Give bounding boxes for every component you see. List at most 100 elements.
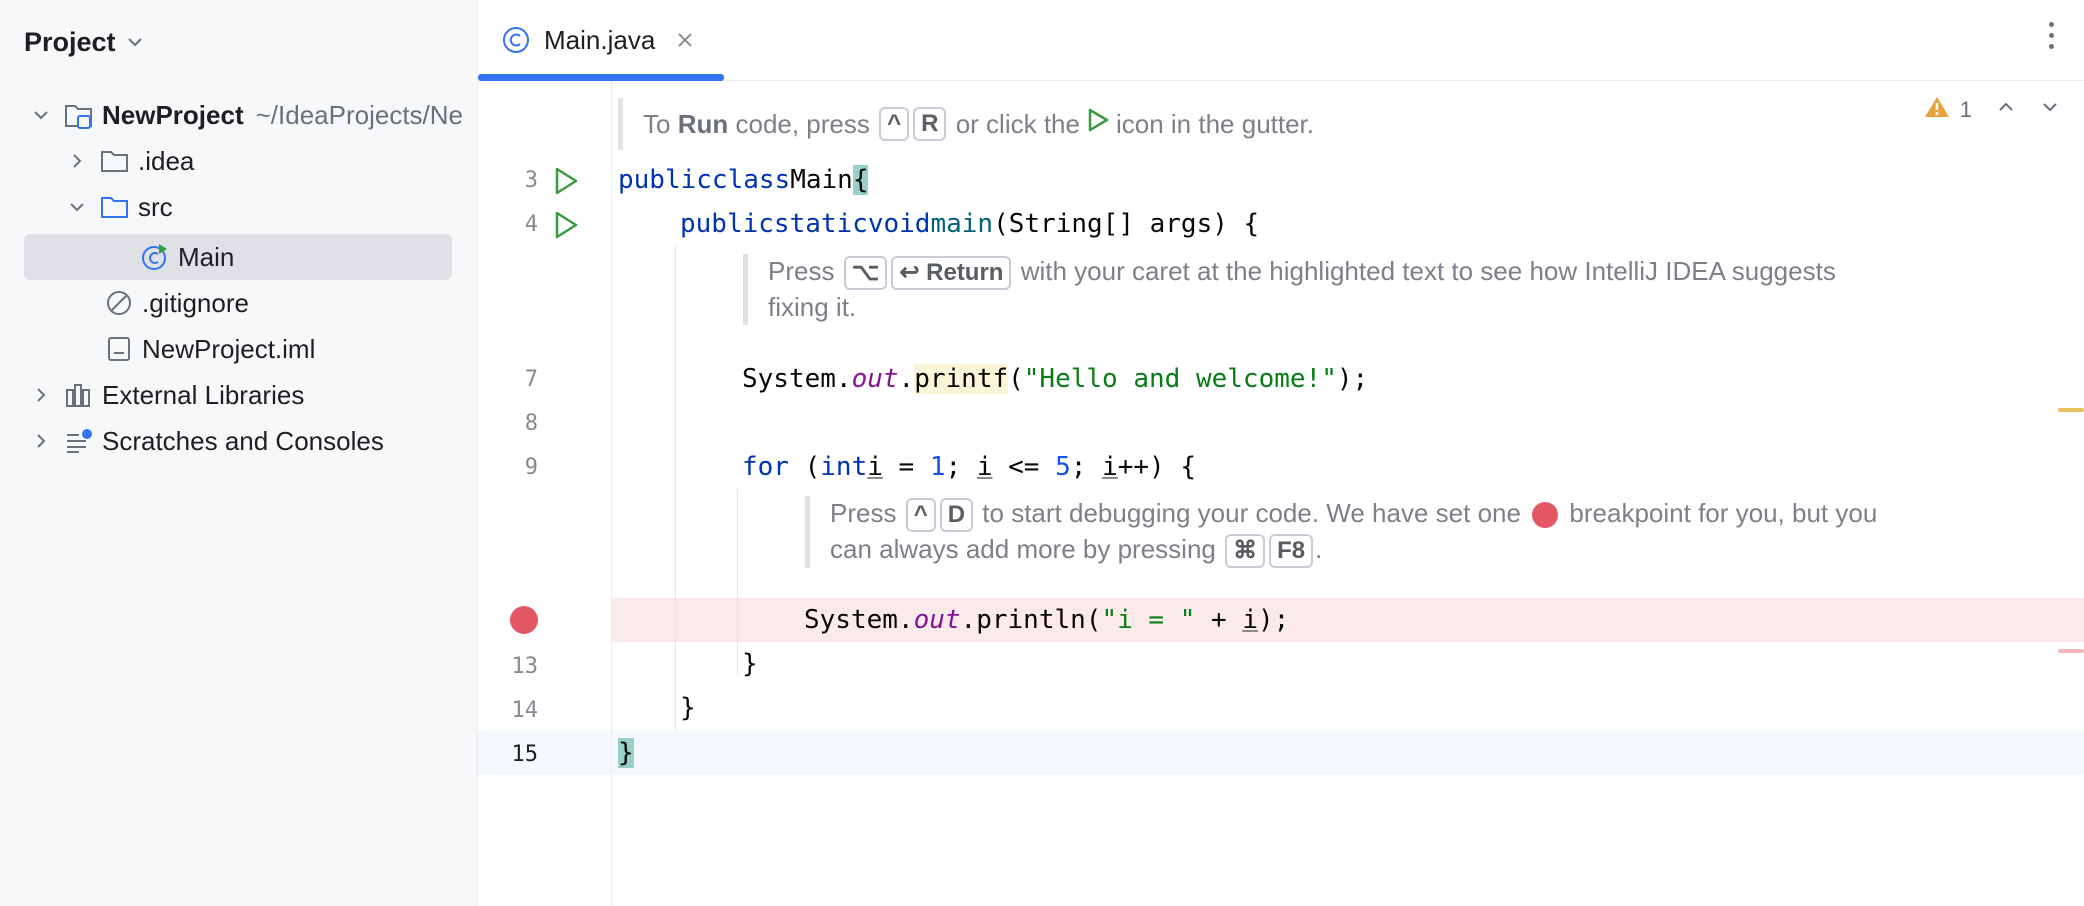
tab-main-java[interactable]: Main.java (478, 0, 724, 80)
hint-text: code, press (735, 107, 869, 142)
project-tool-window: Project NewProject ~/IdeaProjects/Ne .id… (0, 0, 478, 906)
code-text: = (883, 452, 930, 482)
tree-item-newproject[interactable]: NewProject ~/IdeaProjects/Ne (28, 92, 463, 138)
warning-stripe-marker[interactable] (2058, 408, 2084, 412)
kbd-return: ↩ Return (891, 256, 1011, 290)
run-gutter-icon[interactable] (552, 210, 580, 240)
line-number: 14 (478, 698, 538, 723)
code-text: System. (742, 364, 852, 394)
line-number: 15 (478, 742, 538, 767)
tree-item-main[interactable]: Main (24, 234, 452, 280)
code-line-15[interactable]: } (618, 731, 634, 775)
java-class-icon (140, 242, 170, 272)
code-text: (String[] args) { (993, 209, 1259, 239)
run-icon (1086, 107, 1110, 142)
code-text: . (899, 364, 915, 394)
code-line-13[interactable]: } (742, 642, 758, 686)
hint-text: fixing it. (768, 290, 1948, 325)
project-path: ~/IdeaProjects/Ne (256, 100, 463, 131)
code-line-7[interactable]: System.out.printf("Hello and welcome!"); (742, 357, 1368, 401)
line-number: 4 (478, 212, 538, 237)
chevron-up-icon[interactable] (1996, 97, 2016, 123)
ignored-file-icon (104, 288, 134, 318)
hint-run-word: Run (678, 107, 729, 142)
inspections-widget[interactable]: 1 (1924, 95, 2060, 125)
code-line-3[interactable]: public class Main { (618, 158, 868, 202)
number-literal: 5 (1055, 452, 1071, 482)
tree-item-label: NewProject.iml (142, 334, 315, 365)
code-text: ( (1008, 364, 1024, 394)
code-text: System. (804, 605, 914, 635)
hint-text: or click the (956, 107, 1080, 142)
variable: i (1242, 605, 1258, 635)
chevron-down-icon (126, 33, 144, 51)
close-icon[interactable] (677, 32, 693, 48)
fix-hint: Press ⌥↩ Return with your caret at the h… (743, 254, 1948, 325)
tree-item-label: .idea (138, 146, 194, 177)
keyword: for (742, 452, 789, 482)
breakpoint-stripe-marker[interactable] (2058, 649, 2084, 653)
folder-icon (100, 146, 130, 176)
tree-item-label: External Libraries (102, 380, 304, 411)
keyword: int (820, 452, 867, 482)
hint-text: . (1315, 534, 1322, 564)
more-options-icon[interactable] (2049, 22, 2054, 49)
number-literal: 1 (930, 452, 946, 482)
line-number: 8 (478, 411, 538, 436)
chevron-right-icon[interactable] (28, 428, 54, 454)
tree-item-external-libraries[interactable]: External Libraries (28, 372, 304, 418)
code-text: <= (993, 452, 1056, 482)
code-line-14[interactable]: } (680, 686, 696, 730)
breakpoint-icon[interactable] (510, 606, 538, 634)
library-icon (64, 380, 94, 410)
warning-highlight: printf (914, 364, 1008, 394)
method-name: main (930, 209, 993, 239)
code-line-9[interactable]: for (int i = 1; i <= 5; i++) { (742, 445, 1196, 489)
tree-item-scratches[interactable]: Scratches and Consoles (28, 418, 384, 464)
chevron-down-icon[interactable] (2040, 97, 2060, 123)
static-field: out (914, 605, 961, 635)
code-text: ); (1258, 605, 1289, 635)
hint-text: Press (830, 498, 896, 528)
static-field: out (852, 364, 899, 394)
keyword: public (618, 165, 712, 195)
caret-line-highlight (478, 731, 2084, 775)
tree-item-iml[interactable]: NewProject.iml (104, 326, 315, 372)
code-line-4[interactable]: public static void main(String[] args) { (680, 202, 1259, 246)
tree-item-src[interactable]: src (64, 184, 173, 230)
tree-item-gitignore[interactable]: .gitignore (104, 280, 249, 326)
code-text: } (742, 649, 758, 679)
chevron-down-icon[interactable] (64, 194, 90, 220)
chevron-down-icon[interactable] (28, 102, 54, 128)
module-folder-icon (64, 100, 94, 130)
variable: i (1102, 452, 1118, 482)
source-folder-icon (100, 192, 130, 222)
code-text: ; (946, 452, 977, 482)
tree-item-label: Scratches and Consoles (102, 426, 384, 457)
hint-text: to start debugging your code. We have se… (982, 498, 1521, 528)
code-line-12[interactable]: System.out.println("i = " + i); (804, 598, 1289, 642)
indent-guide (737, 489, 738, 675)
tree-item-idea[interactable]: .idea (64, 138, 194, 184)
project-view-selector[interactable]: Project (24, 22, 144, 62)
class-name: Main (790, 165, 853, 195)
code-text: ); (1337, 364, 1368, 394)
matched-brace: { (853, 165, 869, 195)
hint-text: with your caret at the highlighted text … (1021, 256, 1836, 286)
string-literal: "Hello and welcome!" (1024, 364, 1337, 394)
chevron-right-icon[interactable] (28, 382, 54, 408)
indent-guide (675, 246, 676, 731)
line-number: 3 (478, 168, 538, 193)
tree-item-label: NewProject (102, 100, 244, 131)
string-literal: "i = " (1101, 605, 1195, 635)
kbd-option: ⌥ (844, 256, 888, 290)
scratches-icon (64, 426, 94, 456)
keyword: void (868, 209, 931, 239)
run-gutter-icon[interactable] (552, 166, 580, 196)
tree-item-label: Main (178, 242, 234, 273)
keyword: static (774, 209, 868, 239)
chevron-right-icon[interactable] (64, 148, 90, 174)
tree-item-label: src (138, 192, 173, 223)
java-class-icon (502, 26, 530, 54)
code-text: + (1195, 605, 1242, 635)
